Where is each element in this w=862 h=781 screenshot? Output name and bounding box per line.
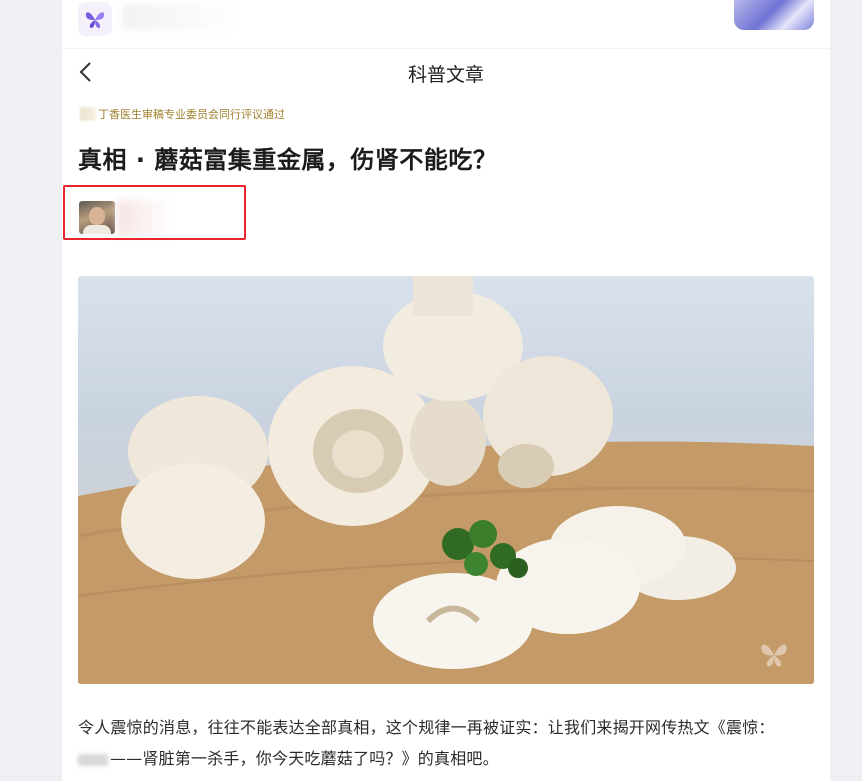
paragraph-line: 令人震惊的消息，往往不能表达全部真相，这个规律一再被证实：让我们来揭开网传热文《… xyxy=(78,718,775,737)
butterfly-logo-icon[interactable] xyxy=(78,2,112,36)
author-highlight-box xyxy=(63,185,246,240)
blurred-text xyxy=(78,753,108,766)
mushroom-hero-image xyxy=(78,276,814,684)
article-page: 科普文章 丁香医生审稿专业委员会同行评议通过 真相 · 蘑菇富集重金属，伤肾不能… xyxy=(62,0,830,781)
top-bar xyxy=(62,0,830,49)
page-title: 科普文章 xyxy=(407,64,484,86)
blurred-app-name xyxy=(122,4,242,30)
butterfly-watermark-icon xyxy=(761,644,787,667)
review-status: 丁香医生审稿专业委员会同行评议通过 xyxy=(80,106,285,122)
article-title: 真相 · 蘑菇富集重金属，伤肾不能吃？ xyxy=(78,146,498,174)
review-text: 丁香医生审稿专业委员会同行评议通过 xyxy=(98,108,285,121)
decorative-banner xyxy=(734,0,814,30)
article-intro-paragraph: 令人震惊的消息，往往不能表达全部真相，这个规律一再被证实：让我们来揭开网传热文《… xyxy=(78,712,808,774)
paragraph-line: ——肾脏第一杀手，你今天吃蘑菇了吗？》的真相吧。 xyxy=(78,743,808,774)
nav-bar: 科普文章 xyxy=(62,48,830,96)
review-badge-icon xyxy=(80,107,96,121)
